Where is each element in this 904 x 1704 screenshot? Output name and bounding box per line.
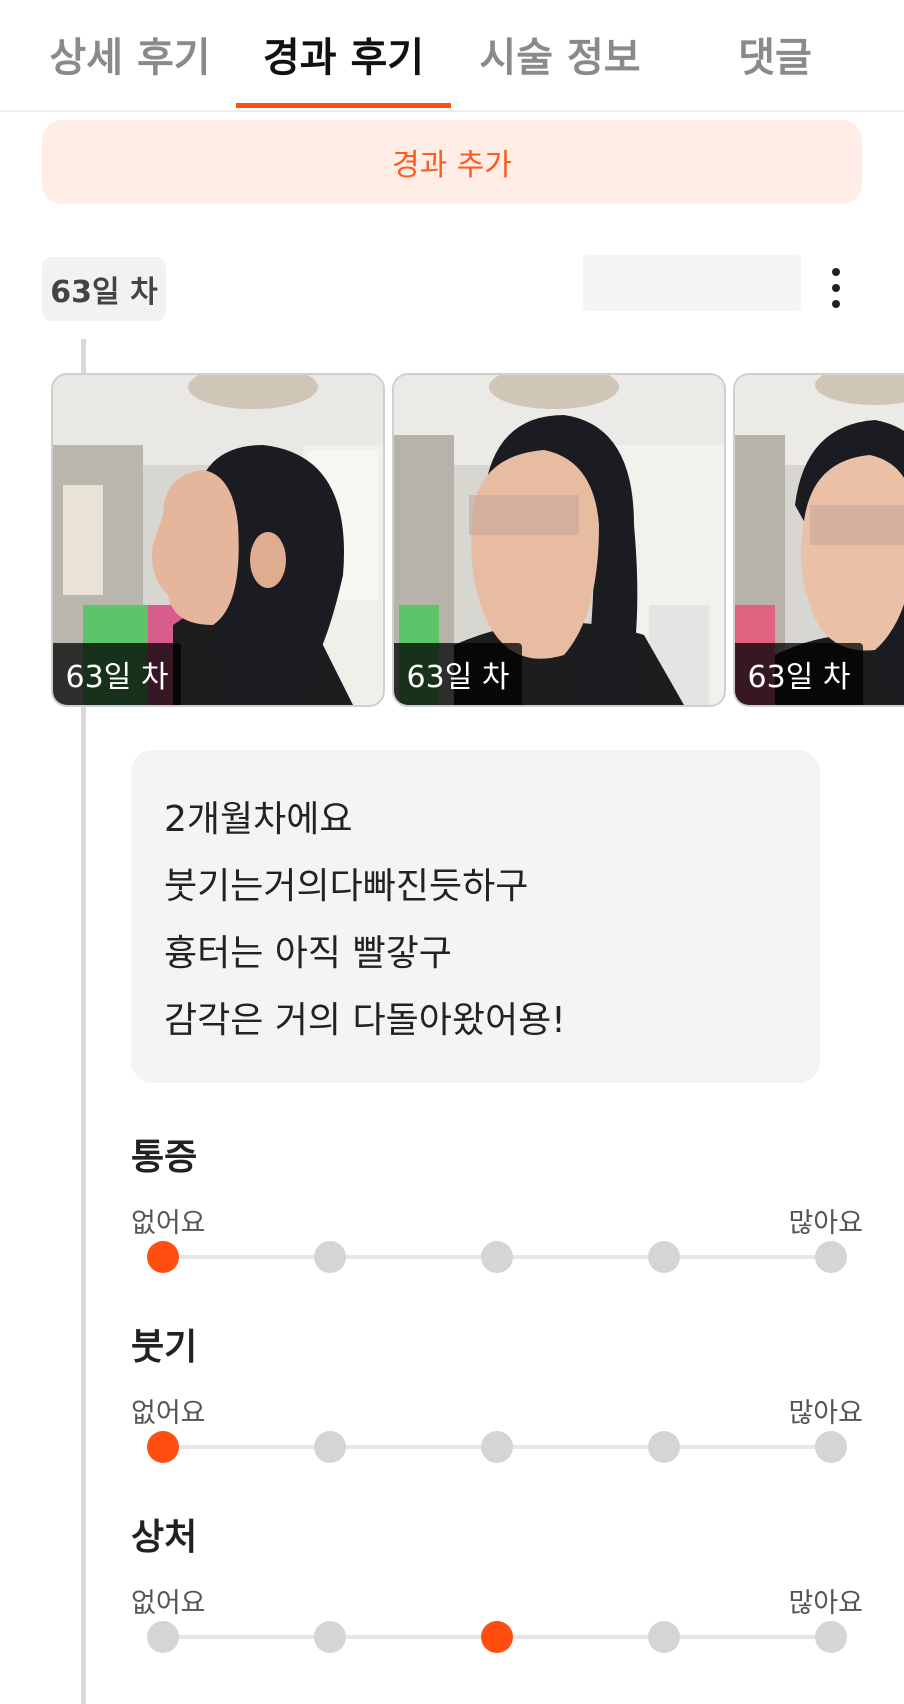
rating-dot-2 — [314, 1241, 346, 1273]
photo-day-label: 63일 차 — [394, 643, 522, 705]
memo-line: 붓기는거의다빠진듯하구 — [164, 866, 529, 907]
tab-progress-review[interactable]: 경과 후기 — [236, 0, 451, 108]
rating-max-label: 많아요 — [788, 1588, 863, 1619]
rating-dot-3 — [481, 1431, 513, 1463]
memo-line: 2개월차에요 — [164, 799, 353, 840]
rating-dot-1 — [147, 1241, 179, 1273]
rating-dot-4 — [648, 1431, 680, 1463]
tab-bar: 상세 후기 경과 후기 시술 정보 댓글 — [0, 0, 904, 112]
rating-dot-5 — [815, 1621, 847, 1653]
photo-day-label: 63일 차 — [735, 643, 863, 705]
tab-comments[interactable]: 댓글 — [665, 0, 885, 108]
rating-dot-2 — [314, 1431, 346, 1463]
memo-line: 감각은 거의 다돌아왔어용! — [164, 1000, 566, 1041]
more-vertical-icon[interactable] — [818, 262, 854, 314]
rating-pain: 통증 없어요 많아요 — [131, 1128, 863, 1298]
blurred-date — [583, 255, 801, 311]
rating-dot-4 — [648, 1621, 680, 1653]
tab-detail-review[interactable]: 상세 후기 — [20, 0, 240, 108]
rating-dot-5 — [815, 1241, 847, 1273]
rating-swelling: 붓기 없어요 많아요 — [131, 1318, 863, 1488]
rating-min-label: 없어요 — [131, 1208, 206, 1239]
day-badge: 63일 차 — [42, 257, 166, 321]
progress-memo: 2개월차에요 붓기는거의다빠진듯하구 흉터는 아직 빨갛구 감각은 거의 다돌아… — [131, 750, 820, 1083]
active-tab-indicator — [236, 103, 451, 108]
rating-dot-4 — [648, 1241, 680, 1273]
rating-max-label: 많아요 — [788, 1208, 863, 1239]
rating-dot-1 — [147, 1621, 179, 1653]
progress-photo-2[interactable]: 63일 차 — [392, 373, 726, 707]
rating-max-label: 많아요 — [788, 1398, 863, 1429]
progress-photo-1[interactable]: 63일 차 — [51, 373, 385, 707]
progress-photo-3[interactable]: 63일 차 — [733, 373, 904, 707]
rating-title: 통증 — [131, 1137, 198, 1178]
rating-dot-5 — [815, 1431, 847, 1463]
rating-min-label: 없어요 — [131, 1398, 206, 1429]
rating-dot-3 — [481, 1241, 513, 1273]
rating-wound: 상처 없어요 많아요 — [131, 1508, 863, 1678]
photo-day-label: 63일 차 — [53, 643, 181, 705]
tab-procedure-info[interactable]: 시술 정보 — [450, 0, 670, 108]
rating-dot-3 — [481, 1621, 513, 1653]
rating-dot-2 — [314, 1621, 346, 1653]
rating-title: 상처 — [131, 1517, 198, 1558]
rating-dot-1 — [147, 1431, 179, 1463]
add-progress-button[interactable]: 경과 추가 — [42, 120, 862, 204]
memo-line: 흉터는 아직 빨갛구 — [164, 933, 452, 974]
rating-title: 붓기 — [131, 1327, 198, 1368]
rating-min-label: 없어요 — [131, 1588, 206, 1619]
